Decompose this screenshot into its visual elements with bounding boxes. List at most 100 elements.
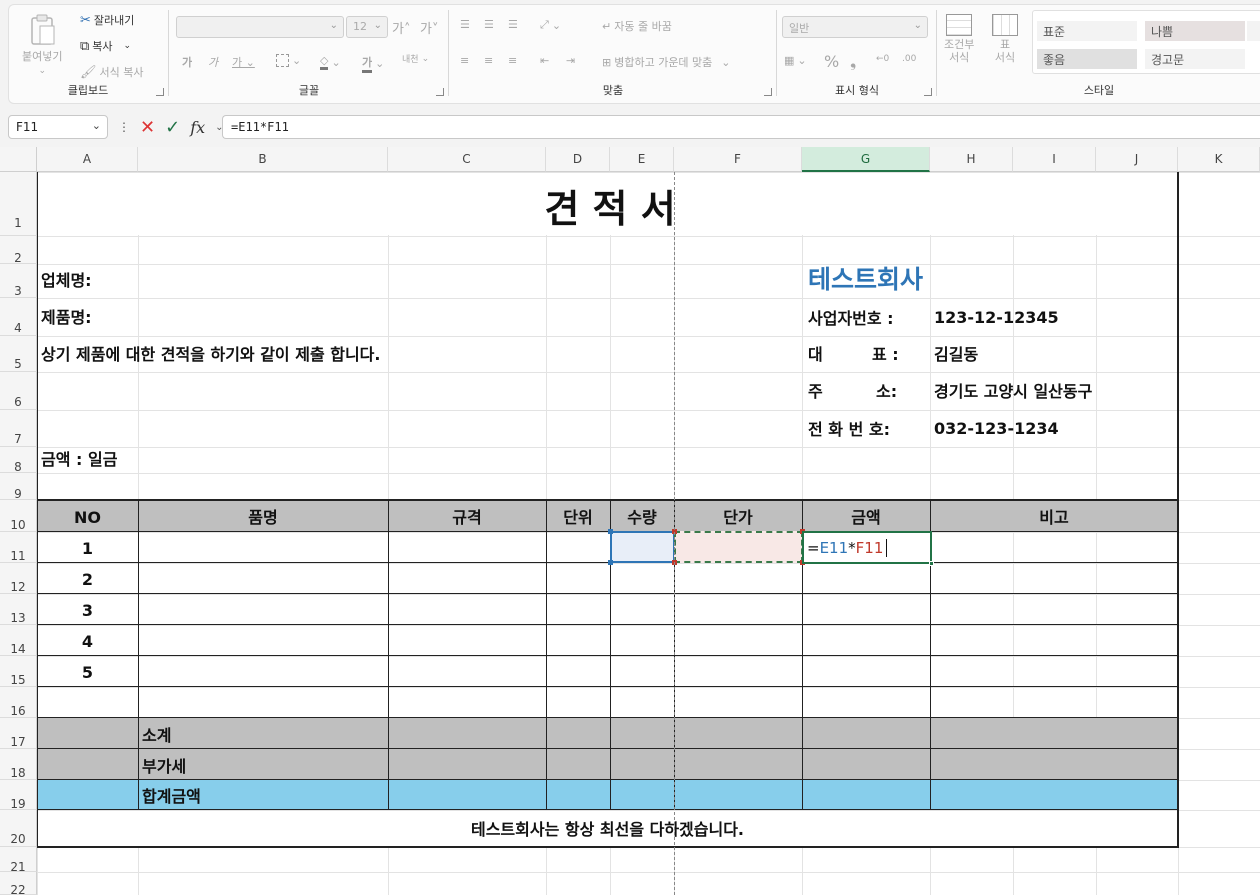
currency-button[interactable]: ▦ ⌄: [784, 54, 807, 67]
style-more[interactable]: [1247, 21, 1260, 41]
align-bottom-button[interactable]: ☰: [508, 18, 518, 31]
paste-button[interactable]: 붙여넣기 ⌄: [22, 14, 62, 76]
cancel-icon[interactable]: ✕: [140, 117, 155, 138]
paste-label: 붙여넣기: [22, 50, 63, 63]
number-launcher-icon[interactable]: [924, 88, 932, 96]
column-header-k[interactable]: K: [1178, 147, 1260, 172]
increase-font-button[interactable]: 가˄: [392, 18, 410, 37]
decrease-decimal-button[interactable]: .00: [902, 54, 916, 64]
gridline: [37, 236, 1260, 237]
row-header-12[interactable]: 12: [0, 563, 37, 594]
row-header-17[interactable]: 17: [0, 718, 37, 749]
underline-button[interactable]: 가 ⌄: [232, 54, 255, 70]
row-header-21[interactable]: 21: [0, 847, 37, 874]
align-top-button[interactable]: ☰: [460, 18, 470, 31]
row-header-9[interactable]: 9: [0, 473, 37, 501]
row-header-15[interactable]: 15: [0, 656, 37, 687]
cut-button[interactable]: ✂ 잘라내기: [80, 12, 134, 28]
phone-label: 전 화 번 호:: [808, 420, 890, 439]
italic-icon: 가: [208, 56, 219, 69]
row-header-10[interactable]: 10: [0, 500, 37, 532]
style-warning[interactable]: 경고문: [1145, 49, 1245, 69]
cut-label: 잘라내기: [93, 14, 135, 27]
name-box[interactable]: F11 ⌄: [8, 115, 108, 139]
format-as-table-button[interactable]: 표 서식: [992, 14, 1018, 64]
row-header-1[interactable]: 1: [0, 172, 37, 236]
column-header-e[interactable]: E: [610, 147, 674, 172]
italic-button[interactable]: 가: [208, 54, 218, 70]
style-bad[interactable]: 나쁨: [1145, 21, 1245, 41]
row-header-6[interactable]: 6: [0, 372, 37, 410]
font-name-combo[interactable]: ⌄: [176, 16, 344, 38]
enter-icon[interactable]: ✓: [165, 117, 180, 138]
ribbon: 붙여넣기 ⌄ ✂ 잘라내기 ⧉ 복사 ⌄ 🖌 서식 복사 클립보드 ⌄ 12 ⌄ …: [0, 0, 1260, 107]
select-all-corner[interactable]: [0, 147, 37, 172]
outdent-icon: ⇤: [540, 54, 550, 67]
increase-indent-button[interactable]: ⇥: [566, 54, 575, 67]
border-button[interactable]: ⌄: [276, 54, 301, 67]
row-header-5[interactable]: 5: [0, 336, 37, 372]
decrease-indent-button[interactable]: ⇤: [540, 54, 549, 67]
column-header-i[interactable]: I: [1013, 147, 1096, 172]
column-header-j[interactable]: J: [1096, 147, 1178, 172]
row-header-3[interactable]: 3: [0, 264, 37, 298]
column-header-h[interactable]: H: [930, 147, 1013, 172]
fill-handle[interactable]: [929, 561, 934, 566]
chevron-down-icon: ⌄: [551, 18, 562, 32]
column-header-b[interactable]: B: [138, 147, 388, 172]
style-normal[interactable]: 표준: [1037, 21, 1137, 41]
row-header-19[interactable]: 19: [0, 780, 37, 811]
align-right-button[interactable]: ≡: [508, 54, 517, 67]
conditional-format-button[interactable]: 조건부 서식: [944, 14, 974, 64]
font-launcher-icon[interactable]: [436, 88, 444, 96]
conditional-format-icon: [946, 14, 973, 36]
more-options-icon[interactable]: ⋮: [118, 120, 130, 134]
wrap-text-button[interactable]: ↵ 자동 줄 바꿈: [602, 18, 672, 34]
row-header-8[interactable]: 8: [0, 447, 37, 474]
row-header-11[interactable]: 11: [0, 532, 37, 563]
alignment-launcher-icon[interactable]: [764, 88, 772, 96]
number-format-combo[interactable]: 일반 ⌄: [782, 16, 928, 38]
style-good[interactable]: 좋음: [1037, 49, 1137, 69]
row-header-7[interactable]: 7: [0, 410, 37, 447]
increase-decimal-button[interactable]: ←0: [876, 54, 889, 64]
align-left-button[interactable]: ≡: [460, 54, 469, 67]
merge-center-button[interactable]: ⊞ 병합하고 가운데 맞춤 ⌄: [602, 54, 731, 70]
align-middle-button[interactable]: ☰: [484, 18, 494, 31]
cell-formula-editor[interactable]: = E11 * F11: [807, 533, 888, 563]
font-color-button[interactable]: 가 ⌄: [362, 54, 384, 73]
row-header-14[interactable]: 14: [0, 625, 37, 656]
copy-button[interactable]: ⧉ 복사 ⌄: [80, 38, 131, 54]
comma-button[interactable]: ❟: [850, 52, 856, 72]
clipboard-launcher-icon[interactable]: [156, 88, 164, 96]
font-size-combo[interactable]: 12 ⌄: [346, 16, 388, 38]
reference-e11[interactable]: [610, 531, 675, 563]
row-header-18[interactable]: 18: [0, 749, 37, 780]
reference-f11[interactable]: [674, 531, 803, 563]
percent-button[interactable]: %: [824, 52, 839, 71]
insert-function-icon[interactable]: fx: [190, 118, 205, 137]
decrease-font-button[interactable]: 가˅: [420, 18, 438, 37]
bold-button[interactable]: 가: [182, 54, 192, 70]
align-center-button[interactable]: ≡: [484, 54, 493, 67]
fill-color-button[interactable]: ◇ ⌄: [320, 54, 341, 70]
table-format-icon: [992, 14, 1018, 36]
orientation-button[interactable]: ⤢ ⌄: [540, 18, 561, 32]
column-header-d[interactable]: D: [546, 147, 610, 172]
row-header-16[interactable]: 16: [0, 687, 37, 718]
gridline: [37, 298, 1260, 299]
column-header-a[interactable]: A: [37, 147, 138, 172]
row-header-20[interactable]: 20: [0, 810, 37, 847]
row-header-22[interactable]: 22: [0, 872, 37, 895]
column-header-f[interactable]: F: [674, 147, 802, 172]
column-header-g[interactable]: G: [802, 147, 930, 172]
row-header-4[interactable]: 4: [0, 298, 37, 336]
format-painter-button[interactable]: 🖌 서식 복사: [80, 64, 144, 80]
column-header-c[interactable]: C: [388, 147, 546, 172]
item-no: 1: [81, 539, 94, 558]
phonetic-button[interactable]: 내천 ⌄: [402, 52, 429, 66]
row-header-2[interactable]: 2: [0, 236, 37, 265]
quote-title: 견 적 서: [544, 186, 676, 231]
row-header-13[interactable]: 13: [0, 594, 37, 625]
formula-input[interactable]: =E11*F11: [222, 115, 1260, 139]
